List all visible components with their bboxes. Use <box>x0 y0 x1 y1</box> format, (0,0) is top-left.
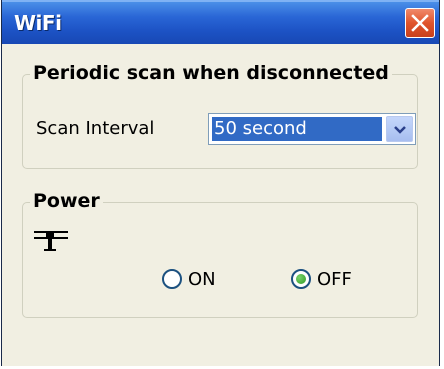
power-off-radio[interactable]: OFF <box>291 267 352 291</box>
power-on-label: ON <box>188 268 216 290</box>
client-area: Periodic scan when disconnected Scan Int… <box>2 44 439 366</box>
scan-interval-value: 50 second <box>212 117 382 141</box>
scan-interval-dropdown[interactable]: 50 second <box>208 113 416 145</box>
power-group-title: Power <box>30 190 103 212</box>
power-groupbox: Power <box>22 190 418 318</box>
wifi-antenna-icon <box>34 231 68 251</box>
title-bar[interactable]: WiFi <box>2 0 439 44</box>
chevron-down-icon <box>394 126 406 134</box>
window-title: WiFi <box>14 11 62 35</box>
scan-interval-label: Scan Interval <box>36 118 155 139</box>
wifi-window: WiFi Periodic scan when disconnected Sca… <box>1 0 440 366</box>
radio-button-unchecked[interactable] <box>162 269 182 289</box>
close-icon <box>411 14 429 32</box>
close-button[interactable] <box>405 8 435 38</box>
power-on-radio[interactable]: ON <box>162 267 216 291</box>
dropdown-button[interactable] <box>386 116 413 142</box>
scan-group-title: Periodic scan when disconnected <box>30 62 392 84</box>
radio-button-checked[interactable] <box>291 269 311 289</box>
power-off-label: OFF <box>317 268 352 290</box>
